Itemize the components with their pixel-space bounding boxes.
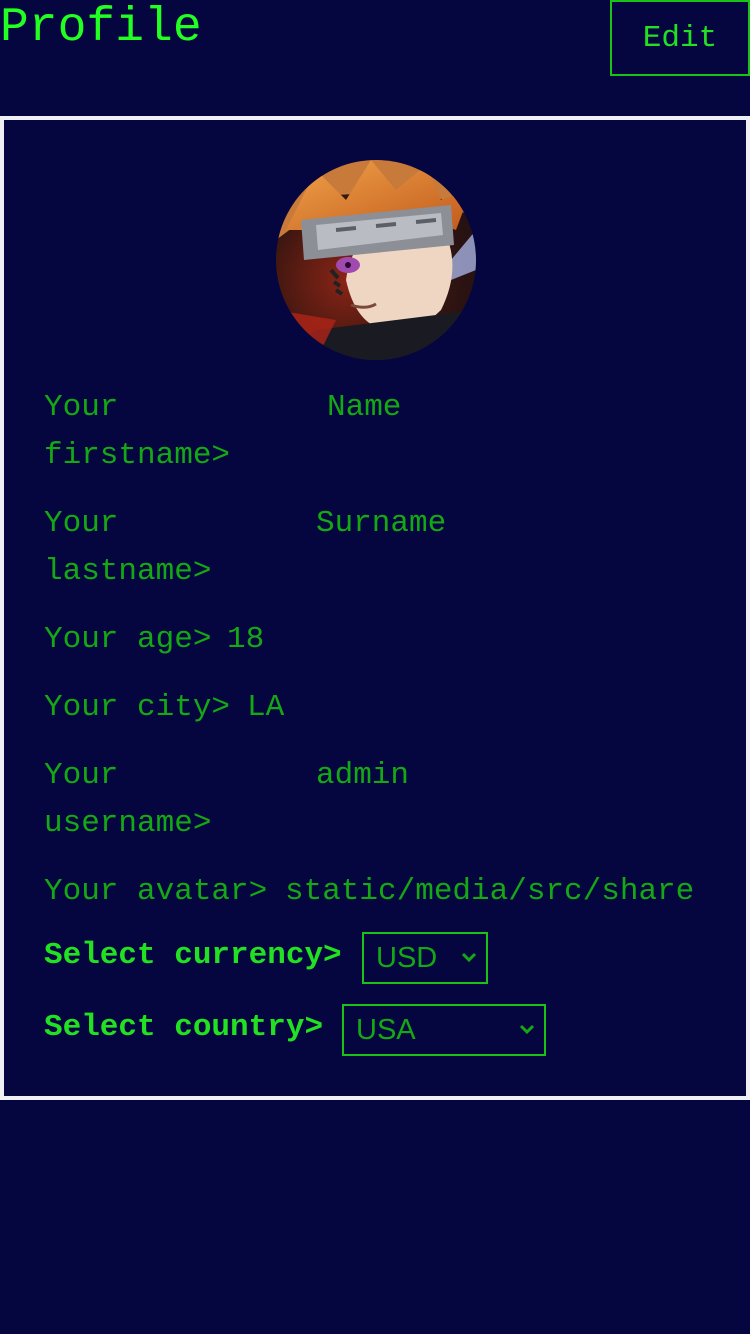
currency-label: Select currency> <box>44 938 342 973</box>
lastname-row: Your lastname> Surname <box>44 500 704 596</box>
firstname-value: Name <box>327 390 402 425</box>
age-value: 18 <box>227 622 265 657</box>
chevron-down-icon <box>461 952 477 963</box>
city-label: Your city> <box>44 690 231 725</box>
lastname-value: Surname <box>316 506 447 541</box>
country-label: Select country> <box>44 1010 324 1045</box>
currency-selected-value: USD <box>376 942 438 974</box>
avatar-path-row: Your avatar> static/media/src/share <box>44 868 724 916</box>
country-selected-value: USA <box>356 1014 416 1046</box>
age-row: Your age> 18 <box>44 616 704 664</box>
firstname-row: Your firstname> Name <box>44 384 704 480</box>
username-label: Your username> <box>44 758 212 841</box>
age-label: Your age> <box>44 622 212 657</box>
country-row: Select country> USA <box>44 1004 704 1062</box>
username-value: admin <box>316 758 410 793</box>
anime-character-avatar-icon <box>276 160 476 360</box>
chevron-down-icon <box>519 1024 535 1035</box>
currency-row: Select currency> USD <box>44 932 704 990</box>
lastname-label: Your lastname> <box>44 506 212 589</box>
avatar <box>276 160 476 360</box>
city-row: Your city> LA <box>44 684 704 732</box>
city-value: LA <box>247 690 285 725</box>
edit-button[interactable]: Edit <box>610 0 750 76</box>
avatar-path-label: Your avatar> <box>44 874 268 909</box>
profile-card: Your firstname> Name Your lastname> Surn… <box>0 116 750 1100</box>
avatar-path-value: static/media/src/share <box>285 874 695 909</box>
currency-select[interactable]: USD <box>362 932 488 984</box>
username-row: Your username> admin <box>44 752 704 848</box>
page-title: Profile <box>0 1 202 55</box>
country-select[interactable]: USA <box>342 1004 546 1056</box>
firstname-label: Your firstname> <box>44 390 231 473</box>
